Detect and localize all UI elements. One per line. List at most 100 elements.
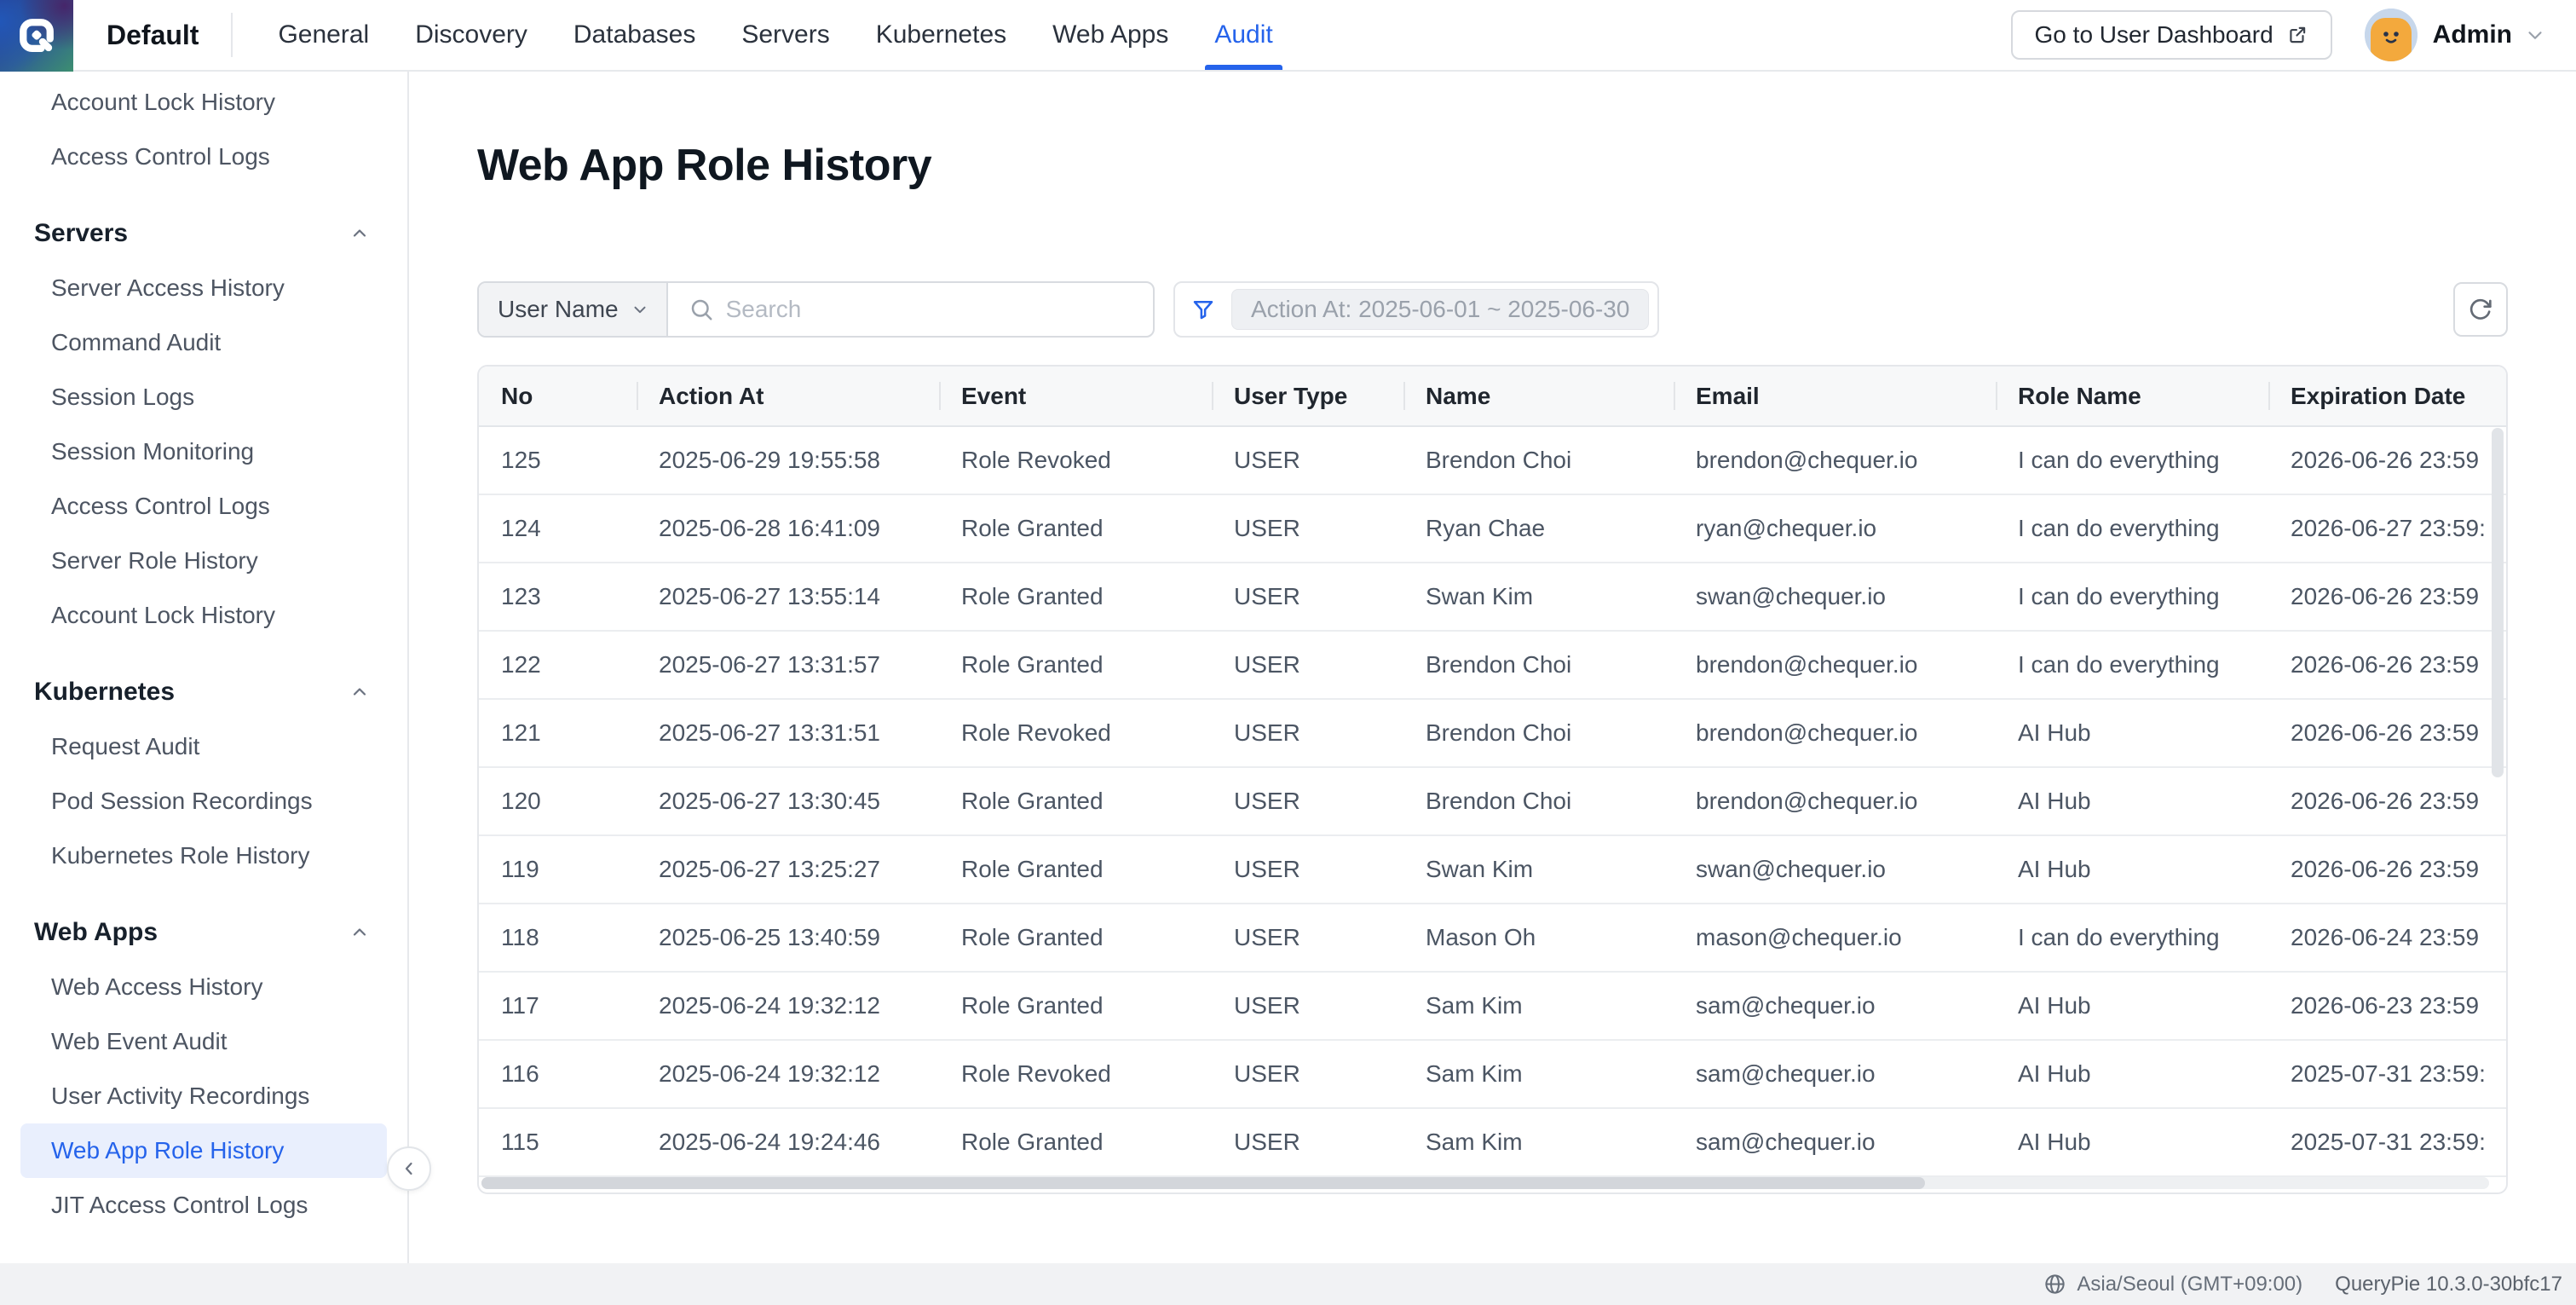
querypie-logo-icon [13, 12, 61, 60]
avatar[interactable] [2365, 9, 2418, 61]
cell-no: 116 [479, 1040, 637, 1108]
table-row[interactable]: 1192025-06-27 13:25:27Role GrantedUSERSw… [479, 835, 2508, 904]
sidebar-item-session-monitoring[interactable]: Session Monitoring [20, 424, 387, 479]
cell-event: Role Granted [939, 904, 1212, 972]
cell-expiration-date: 2025-07-31 23:59: [2268, 1108, 2508, 1176]
table-row[interactable]: 1242025-06-28 16:41:09Role GrantedUSERRy… [479, 494, 2508, 563]
tab-servers[interactable]: Servers [718, 0, 852, 70]
tab-databases[interactable]: Databases [550, 0, 718, 70]
role-history-table-grid: NoAction AtEventUser TypeNameEmailRole N… [479, 367, 2508, 1177]
cell-email: sam@chequer.io [1674, 1040, 1996, 1108]
search-field-select[interactable]: User Name [479, 283, 668, 336]
sidebar-item-web-access-history[interactable]: Web Access History [20, 960, 387, 1014]
cell-email: brendon@chequer.io [1674, 767, 1996, 835]
cell-expiration-date: 2026-06-26 23:59 [2268, 835, 2508, 904]
cell-user-type: USER [1212, 631, 1403, 699]
cell-role-name: AI Hub [1996, 972, 2268, 1040]
column-header-role-name: Role Name [1996, 367, 2268, 426]
tab-discovery[interactable]: Discovery [392, 0, 550, 70]
table-row[interactable]: 1172025-06-24 19:32:12Role GrantedUSERSa… [479, 972, 2508, 1040]
sidebar-item-web-app-role-history[interactable]: Web App Role History [20, 1123, 387, 1178]
refresh-icon [2467, 296, 2494, 323]
cell-name: Brendon Choi [1403, 767, 1674, 835]
cell-action-at: 2025-06-24 19:32:12 [637, 972, 939, 1040]
top-navigation-bar: Default GeneralDiscoveryDatabasesServers… [0, 0, 2576, 72]
table-row[interactable]: 1202025-06-27 13:30:45Role GrantedUSERBr… [479, 767, 2508, 835]
sidebar-section-label: Servers [34, 219, 128, 248]
search-input[interactable] [668, 283, 1153, 336]
cell-no: 122 [479, 631, 637, 699]
sidebar-item-request-audit[interactable]: Request Audit [20, 719, 387, 774]
cell-expiration-date: 2026-06-26 23:59 [2268, 426, 2508, 494]
cell-user-type: USER [1212, 1040, 1403, 1108]
sidebar-section-web-apps[interactable]: Web Apps [0, 905, 407, 960]
cell-no: 121 [479, 699, 637, 767]
filter-control[interactable]: Action At: 2025-06-01 ~ 2025-06-30 [1173, 281, 1659, 338]
sidebar-item-access-control-logs[interactable]: Access Control Logs [20, 479, 387, 534]
sidebar-item-session-logs[interactable]: Session Logs [20, 370, 387, 424]
table-row[interactable]: 1252025-06-29 19:55:58Role RevokedUSERBr… [479, 426, 2508, 494]
chevron-down-icon [631, 300, 649, 319]
cell-event: Role Granted [939, 494, 1212, 563]
cell-no: 120 [479, 767, 637, 835]
timezone-indicator: Asia/Seoul (GMT+09:00) [2043, 1273, 2302, 1296]
page-title: Web App Role History [477, 136, 2508, 194]
table-row[interactable]: 1232025-06-27 13:55:14Role GrantedUSERSw… [479, 563, 2508, 631]
sidebar-item-jit-access-control-logs[interactable]: JIT Access Control Logs [20, 1178, 387, 1233]
tab-audit[interactable]: Audit [1191, 0, 1295, 70]
sidebar-item-web-event-audit[interactable]: Web Event Audit [20, 1014, 387, 1069]
table-row[interactable]: 1152025-06-24 19:24:46Role GrantedUSERSa… [479, 1108, 2508, 1176]
cell-event: Role Revoked [939, 699, 1212, 767]
sidebar-section-servers[interactable]: Servers [0, 206, 407, 261]
sidebar-item-server-access-history[interactable]: Server Access History [20, 261, 387, 315]
sidebar-collapse-button[interactable] [387, 1146, 431, 1191]
table-row[interactable]: 1182025-06-25 13:40:59Role GrantedUSERMa… [479, 904, 2508, 972]
cell-user-type: USER [1212, 494, 1403, 563]
table-row[interactable]: 1162025-06-24 19:32:12Role RevokedUSERSa… [479, 1040, 2508, 1108]
sidebar-item-access-control-logs[interactable]: Access Control Logs [20, 130, 387, 184]
sidebar-item-user-activity-recordings[interactable]: User Activity Recordings [20, 1069, 387, 1123]
sidebar-item-kubernetes-role-history[interactable]: Kubernetes Role History [20, 829, 387, 883]
chevron-up-icon [349, 223, 370, 244]
tab-web-apps[interactable]: Web Apps [1029, 0, 1191, 70]
sidebar-item-pod-session-recordings[interactable]: Pod Session Recordings [20, 774, 387, 829]
cell-email: brendon@chequer.io [1674, 631, 1996, 699]
cell-name: Sam Kim [1403, 1040, 1674, 1108]
sidebar-section-kubernetes[interactable]: Kubernetes [0, 665, 407, 719]
cell-event: Role Granted [939, 972, 1212, 1040]
cell-user-type: USER [1212, 767, 1403, 835]
sidebar-item-account-lock-history[interactable]: Account Lock History [20, 588, 387, 643]
cell-action-at: 2025-06-29 19:55:58 [637, 426, 939, 494]
column-header-name: Name [1403, 367, 1674, 426]
cell-name: Swan Kim [1403, 835, 1674, 904]
admin-menu-label[interactable]: Admin [2433, 20, 2512, 49]
go-to-user-dashboard-label: Go to User Dashboard [2035, 21, 2273, 49]
cell-email: ryan@chequer.io [1674, 494, 1996, 563]
primary-tabs: GeneralDiscoveryDatabasesServersKubernet… [255, 0, 1295, 70]
cell-expiration-date: 2026-06-27 23:59: [2268, 494, 2508, 563]
sidebar-item-server-role-history[interactable]: Server Role History [20, 534, 387, 588]
workspace-name[interactable]: Default [107, 20, 199, 51]
sidebar-item-account-lock-history[interactable]: Account Lock History [20, 75, 387, 130]
table-row[interactable]: 1222025-06-27 13:31:57Role GrantedUSERBr… [479, 631, 2508, 699]
querypie-logo[interactable] [0, 0, 73, 72]
cell-role-name: I can do everything [1996, 904, 2268, 972]
cell-user-type: USER [1212, 972, 1403, 1040]
vertical-scrollbar[interactable] [2492, 428, 2504, 777]
role-history-table: NoAction AtEventUser TypeNameEmailRole N… [477, 365, 2508, 1194]
table-row[interactable]: 1212025-06-27 13:31:51Role RevokedUSERBr… [479, 699, 2508, 767]
external-link-icon [2286, 24, 2308, 46]
main-content: Web App Role History User Name [411, 72, 2576, 1263]
tab-general[interactable]: General [255, 0, 392, 70]
horizontal-scrollbar-track[interactable] [481, 1177, 2489, 1189]
column-header-email: Email [1674, 367, 1996, 426]
tab-kubernetes[interactable]: Kubernetes [853, 0, 1029, 70]
sidebar-section-label: Kubernetes [34, 678, 175, 707]
horizontal-scrollbar-thumb[interactable] [481, 1177, 1925, 1189]
action-at-filter-chip[interactable]: Action At: 2025-06-01 ~ 2025-06-30 [1231, 289, 1649, 330]
go-to-user-dashboard-button[interactable]: Go to User Dashboard [2011, 10, 2332, 60]
admin-chevron-down-icon[interactable] [2524, 24, 2546, 46]
sidebar-item-command-audit[interactable]: Command Audit [20, 315, 387, 370]
refresh-button[interactable] [2453, 282, 2508, 337]
cell-action-at: 2025-06-27 13:30:45 [637, 767, 939, 835]
